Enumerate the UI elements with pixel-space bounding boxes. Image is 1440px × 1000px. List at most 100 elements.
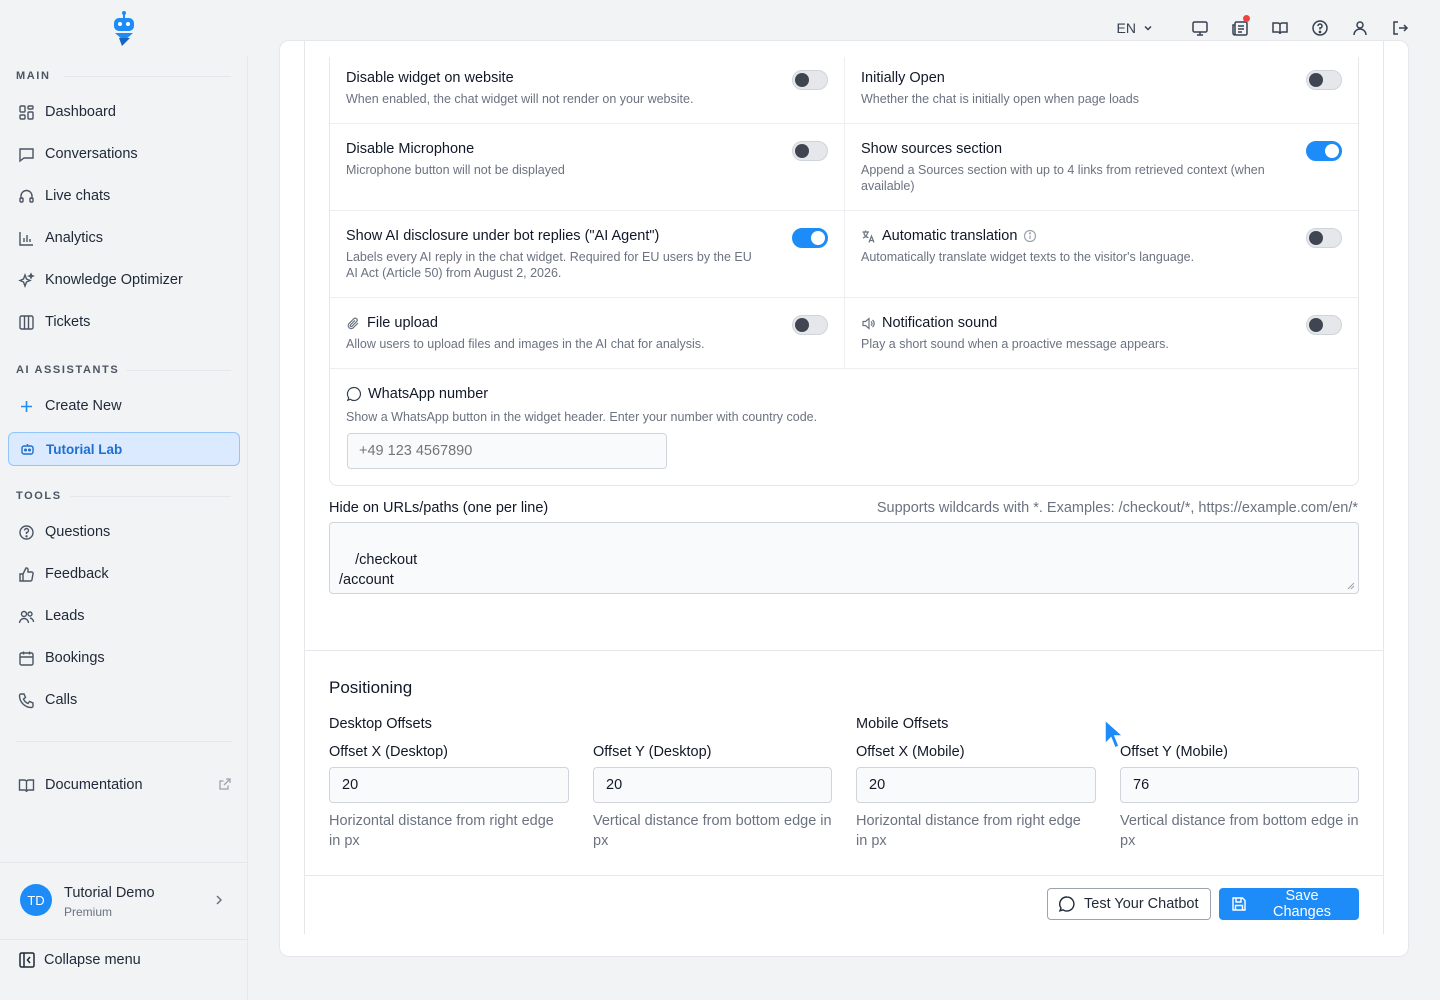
info-icon[interactable] <box>1023 229 1037 243</box>
external-link-icon <box>218 777 232 791</box>
section-divider <box>304 650 1384 651</box>
hide-urls-textarea[interactable]: /checkout /account <box>329 522 1359 594</box>
logout-icon[interactable] <box>1380 14 1420 42</box>
users-icon <box>17 607 35 625</box>
sidebar-item-knowledge-optimizer[interactable]: Knowledge Optimizer <box>8 263 240 297</box>
setting-title: Notification sound <box>882 315 998 331</box>
sidebar-item-label: Conversations <box>45 146 138 162</box>
save-changes-button[interactable]: Save Changes <box>1219 888 1359 920</box>
offset-y-mobile-label: Offset Y (Mobile) <box>1120 744 1228 760</box>
setting-desc: Whether the chat is initially open when … <box>861 92 1139 106</box>
setting-title: Show sources section <box>861 141 1003 157</box>
setting-title: Show AI disclosure under bot replies ("A… <box>346 228 660 244</box>
grid-divider <box>330 123 1358 124</box>
sidebar-item-tutorial-lab[interactable]: Tutorial Lab <box>8 432 240 466</box>
section-divider <box>126 370 231 371</box>
sidebar-item-label: Documentation <box>45 777 143 793</box>
language-selector[interactable]: EN <box>1117 14 1154 42</box>
toggle-disable-microphone[interactable] <box>792 141 828 161</box>
sidebar-divider <box>0 939 248 940</box>
avatar: TD <box>20 884 52 916</box>
collapse-menu-button[interactable]: Collapse menu <box>18 951 141 969</box>
sidebar-item-dashboard[interactable]: Dashboard <box>8 95 240 129</box>
help-icon[interactable] <box>1300 14 1340 42</box>
app-logo[interactable] <box>110 10 138 46</box>
offset-y-mobile-input[interactable] <box>1120 767 1359 803</box>
setting-desc: Play a short sound when a proactive mess… <box>861 337 1169 351</box>
sidebar-item-create-new[interactable]: Create New <box>8 389 240 423</box>
toggle-file-upload[interactable] <box>792 315 828 335</box>
whatsapp-number-input[interactable] <box>347 433 667 469</box>
language-label: EN <box>1116 20 1136 36</box>
dashboard-icon <box>17 103 35 121</box>
bot-icon <box>18 440 36 458</box>
toggle-disable-widget[interactable] <box>792 70 828 90</box>
sidebar-item-analytics[interactable]: Analytics <box>8 221 240 255</box>
book-icon[interactable] <box>1260 14 1300 42</box>
chat-icon <box>17 145 35 163</box>
grid-divider <box>330 210 1358 211</box>
desktop-offsets-label: Desktop Offsets <box>329 716 432 732</box>
sidebar-item-label: Analytics <box>45 230 104 246</box>
sidebar-item-label: Tutorial Lab <box>46 441 123 457</box>
user-plan: Premium <box>64 905 113 919</box>
sidebar-item-live-chats[interactable]: Live chats <box>8 179 240 213</box>
offset-y-desktop-input[interactable] <box>593 767 832 803</box>
setting-title: Disable widget on website <box>346 70 514 86</box>
toggle-ai-disclosure[interactable] <box>792 228 828 248</box>
toggle-automatic-translation[interactable] <box>1306 228 1342 248</box>
save-icon <box>1230 895 1248 913</box>
toggle-notification-sound[interactable] <box>1306 315 1342 335</box>
sidebar-item-bookings[interactable]: Bookings <box>8 641 240 675</box>
sidebar-divider <box>16 741 232 742</box>
sidebar-item-conversations[interactable]: Conversations <box>8 137 240 171</box>
mouse-cursor <box>1103 718 1125 752</box>
sidebar-item-label: Feedback <box>45 566 109 582</box>
setting-title: File upload <box>367 315 438 331</box>
sidebar-item-leads[interactable]: Leads <box>8 599 240 633</box>
user-icon[interactable] <box>1340 14 1380 42</box>
setting-desc: Automatically translate widget texts to … <box>861 250 1195 264</box>
sidebar-item-label: Tickets <box>45 314 91 330</box>
hide-urls-value: /checkout /account <box>339 552 418 588</box>
sidebar-item-calls[interactable]: Calls <box>8 683 240 717</box>
speaker-icon <box>861 316 876 331</box>
offset-x-desktop-help: Horizontal distance from right edge in p… <box>329 813 554 849</box>
calendar-icon <box>17 649 35 667</box>
setting-desc: Microphone button will not be displayed <box>346 163 565 177</box>
sidebar-item-tickets[interactable]: Tickets <box>8 305 240 339</box>
sidebar-item-questions[interactable]: Questions <box>8 515 240 549</box>
collapse-icon <box>18 951 36 969</box>
sidebar-item-feedback[interactable]: Feedback <box>8 557 240 591</box>
offset-x-desktop-input[interactable] <box>329 767 569 803</box>
sidebar-item-label: Live chats <box>45 188 111 204</box>
plus-icon <box>17 397 35 415</box>
widget-settings-grid: Disable widget on website When enabled, … <box>329 57 1359 486</box>
setting-title: Automatic translation <box>882 228 1018 244</box>
grid-divider <box>330 297 1358 298</box>
offset-y-desktop-label: Offset Y (Desktop) <box>593 744 712 760</box>
test-chatbot-button[interactable]: Test Your Chatbot <box>1047 888 1211 920</box>
setting-notification-sound: Notification sound Play a short sound wh… <box>861 315 1281 352</box>
offset-x-desktop-label: Offset X (Desktop) <box>329 744 448 760</box>
setting-title: Initially Open <box>861 70 945 86</box>
setting-disable-widget: Disable widget on website When enabled, … <box>346 70 766 107</box>
offset-x-mobile-input[interactable] <box>856 767 1096 803</box>
setting-show-sources: Show sources section Append a Sources se… <box>861 141 1286 194</box>
sidebar-item-documentation[interactable]: Documentation <box>8 768 240 802</box>
setting-title-row: Notification sound <box>861 315 1281 331</box>
toggle-initially-open[interactable] <box>1306 70 1342 90</box>
monitor-icon[interactable] <box>1180 14 1220 42</box>
user-card[interactable]: TD Tutorial Demo Premium <box>0 864 248 940</box>
setting-ai-disclosure: Show AI disclosure under bot replies ("A… <box>346 228 766 281</box>
toggle-show-sources[interactable] <box>1306 141 1342 161</box>
hide-urls-label: Hide on URLs/paths (one per line) <box>329 500 549 516</box>
news-icon[interactable] <box>1220 14 1260 42</box>
question-icon <box>17 523 35 541</box>
sidebar-divider <box>0 862 248 863</box>
sidebar-item-label: Questions <box>45 524 111 540</box>
offset-x-mobile-label: Offset X (Mobile) <box>856 744 965 760</box>
setting-disable-microphone: Disable Microphone Microphone button wil… <box>346 141 766 178</box>
resize-handle-icon[interactable] <box>1347 582 1355 590</box>
notification-dot <box>1243 15 1250 22</box>
